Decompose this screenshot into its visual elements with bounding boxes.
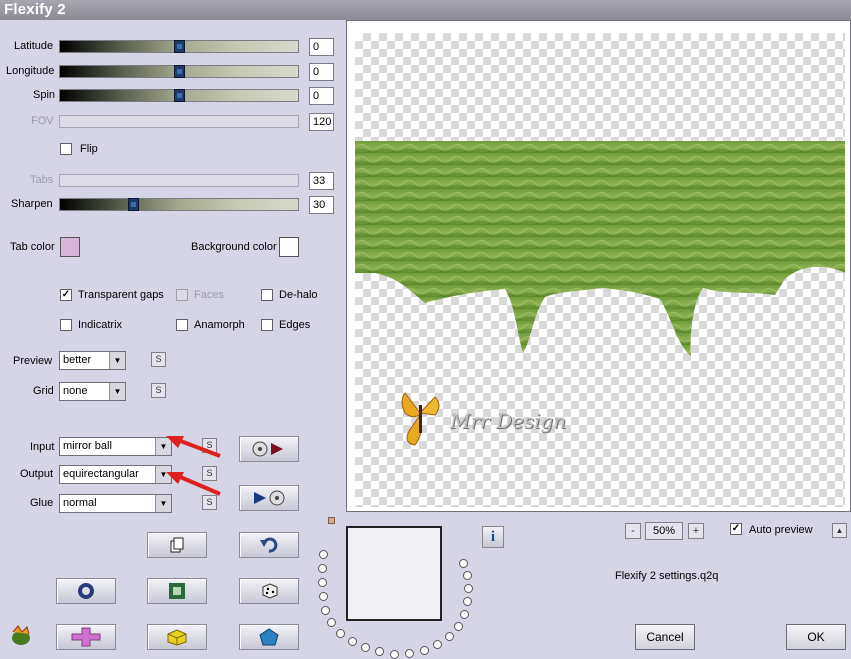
- indicatrix-label: Indicatrix: [78, 319, 123, 331]
- tabs-label: Tabs: [30, 174, 54, 186]
- indicatrix-checkbox[interactable]: [60, 319, 72, 331]
- copy-icon: [170, 537, 184, 553]
- dice-icon: [262, 583, 278, 599]
- latitude-slider-thumb[interactable]: [174, 40, 185, 53]
- edges-checkbox[interactable]: [261, 319, 273, 331]
- spin-label: Spin: [33, 89, 56, 101]
- output-label: Output: [20, 468, 54, 480]
- zoom-in-button[interactable]: +: [688, 523, 704, 539]
- preview-s-button[interactable]: S: [151, 352, 166, 367]
- watermark-text: Mrr Design: [450, 409, 567, 433]
- grid-select[interactable]: none ▼: [59, 382, 126, 401]
- tabs-slider: [59, 174, 299, 187]
- window-title: Flexify 2: [0, 0, 851, 20]
- sharpen-slider-thumb[interactable]: [128, 198, 139, 211]
- cross-icon: [71, 627, 101, 647]
- anamorph-checkbox[interactable]: [176, 319, 188, 331]
- collapse-button[interactable]: ▲: [832, 523, 847, 538]
- tab-handle[interactable]: [328, 517, 335, 524]
- zoom-out-button[interactable]: -: [625, 523, 641, 539]
- edges-label: Edges: [279, 319, 311, 331]
- copy-button[interactable]: [147, 532, 207, 558]
- transparent-gaps-label: Transparent gaps: [78, 289, 164, 301]
- preview-label: Preview: [13, 355, 53, 367]
- latitude-label: Latitude: [14, 40, 54, 52]
- frame-icon: [169, 583, 185, 599]
- output-select[interactable]: equirectangular ▼: [59, 465, 172, 484]
- zoom-level: 50%: [645, 522, 683, 540]
- settings-filename: Flexify 2 settings.q2q: [615, 570, 719, 582]
- spin-slider[interactable]: [59, 89, 299, 102]
- tabs-input: 33: [309, 172, 334, 190]
- longitude-slider[interactable]: [59, 65, 299, 78]
- fov-input: 120: [309, 113, 334, 131]
- longitude-input[interactable]: 0: [309, 63, 334, 81]
- tab-dots-ring[interactable]: [316, 530, 476, 659]
- watermark-butterfly-icon: [395, 383, 445, 456]
- cancel-button[interactable]: Cancel: [635, 624, 695, 650]
- input-preset-button[interactable]: [239, 436, 299, 462]
- latitude-slider[interactable]: [59, 40, 299, 53]
- input-select-value: mirror ball: [63, 440, 112, 452]
- auto-preview-label: Auto preview: [749, 524, 813, 536]
- background-color-label: Background color: [191, 241, 277, 253]
- grid-s-button[interactable]: S: [151, 383, 166, 398]
- cube-button[interactable]: [147, 624, 207, 650]
- auto-preview-checkbox[interactable]: ✓: [730, 523, 742, 535]
- cube-icon: [167, 629, 187, 646]
- sharpen-label: Sharpen: [11, 198, 53, 210]
- sharpen-slider[interactable]: [59, 198, 299, 211]
- random-button[interactable]: [239, 578, 299, 604]
- transparent-gaps-checkbox[interactable]: ✓: [60, 289, 72, 301]
- grid-label: Grid: [33, 385, 54, 397]
- flip-checkbox[interactable]: [60, 143, 72, 155]
- preview-select[interactable]: better ▼: [59, 351, 126, 370]
- glue-select-value: normal: [63, 497, 97, 509]
- spin-slider-thumb[interactable]: [174, 89, 185, 102]
- flip-label: Flip: [80, 143, 98, 155]
- sphere-button[interactable]: [56, 578, 116, 604]
- cross-button[interactable]: [56, 624, 116, 650]
- annotation-arrows: [166, 436, 221, 496]
- output-select-value: equirectangular: [63, 468, 139, 480]
- tab-color-swatch[interactable]: [60, 237, 80, 257]
- pentagon-button[interactable]: [239, 624, 299, 650]
- faces-checkbox: [176, 289, 188, 301]
- faces-label: Faces: [194, 289, 224, 301]
- input-label: Input: [30, 441, 55, 453]
- background-color-swatch[interactable]: [279, 237, 299, 257]
- chevron-down-icon[interactable]: ▼: [109, 352, 125, 369]
- info-button[interactable]: i: [482, 526, 504, 548]
- disc-play-icon: [252, 441, 283, 457]
- tab-color-label: Tab color: [10, 241, 55, 253]
- anamorph-label: Anamorph: [194, 319, 245, 331]
- frame-button[interactable]: [147, 578, 207, 604]
- preview-select-value: better: [63, 354, 92, 366]
- chevron-down-icon[interactable]: ▼: [109, 383, 125, 400]
- de-halo-label: De-halo: [279, 289, 318, 301]
- ring-icon: [78, 583, 94, 599]
- glue-label: Glue: [30, 497, 54, 509]
- sharpen-input[interactable]: 30: [309, 196, 334, 214]
- play-disc-icon: [254, 490, 285, 506]
- preview-panel[interactable]: Mrr Design: [346, 20, 851, 512]
- spin-input[interactable]: 0: [309, 87, 334, 105]
- undo-button[interactable]: [239, 532, 299, 558]
- ok-button[interactable]: OK: [786, 624, 846, 650]
- grid-select-value: none: [63, 385, 88, 397]
- fov-slider: [59, 115, 299, 128]
- fov-label: FOV: [31, 115, 54, 127]
- input-select[interactable]: mirror ball ▼: [59, 437, 172, 456]
- undo-icon: [260, 537, 278, 553]
- glue-select[interactable]: normal ▼: [59, 494, 172, 513]
- plugin-logo-icon: [8, 624, 34, 651]
- longitude-slider-thumb[interactable]: [174, 65, 185, 78]
- output-preset-button[interactable]: [239, 485, 299, 511]
- de-halo-checkbox[interactable]: [261, 289, 273, 301]
- preview-canvas[interactable]: Mrr Design: [355, 33, 845, 507]
- latitude-input[interactable]: 0: [309, 38, 334, 56]
- pentagon-icon: [259, 628, 279, 646]
- longitude-label: Longitude: [6, 65, 55, 77]
